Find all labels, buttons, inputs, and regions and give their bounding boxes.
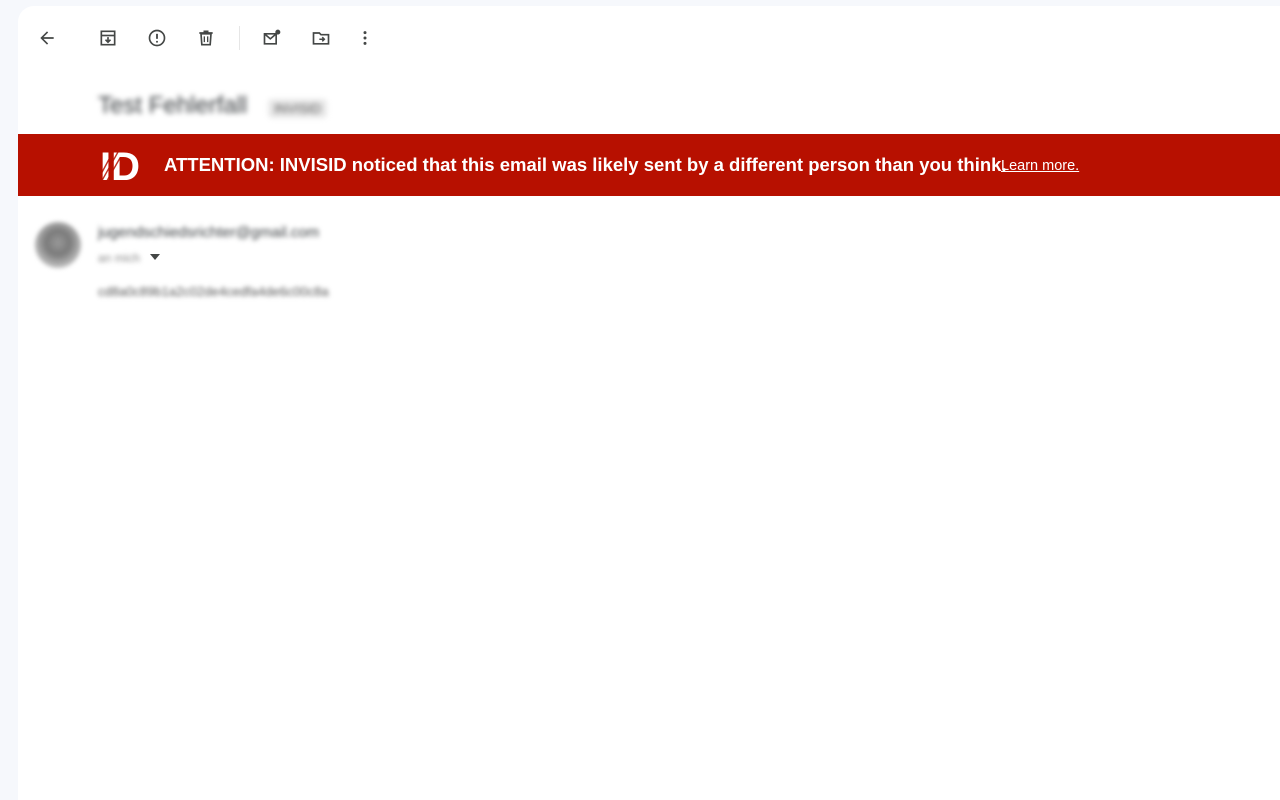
banner-message: ATTENTION: INVISID noticed that this ema… (164, 154, 1007, 175)
archive-button[interactable] (90, 20, 126, 56)
warning-banner: ID ATTENTION: INVISID noticed that this … (18, 134, 1280, 196)
email-view-panel: Test Fehlerfall INVISID ID ATTENTION: IN… (18, 6, 1280, 800)
archive-icon (100, 30, 116, 46)
recipient-text: an mich (98, 251, 141, 265)
report-spam-button[interactable] (139, 20, 175, 56)
email-toolbar (18, 20, 1280, 64)
more-vert-icon (363, 31, 367, 45)
delete-icon (199, 30, 213, 46)
move-to-button[interactable] (303, 20, 339, 56)
sender-address[interactable]: jugendschiedsrichter@gmail.com (98, 224, 319, 241)
report-spam-icon (148, 29, 166, 47)
delete-button[interactable] (188, 20, 224, 56)
back-button[interactable] (29, 20, 65, 56)
mark-unread-icon (263, 29, 281, 45)
sender-avatar[interactable] (35, 222, 81, 268)
more-options-button[interactable] (347, 20, 383, 56)
toolbar-separator (239, 26, 240, 50)
label-chip[interactable]: INVISID (268, 99, 328, 118)
learn-more-link[interactable]: Learn more. (1001, 158, 1079, 174)
mark-unread-button[interactable] (254, 20, 290, 56)
show-details-button[interactable] (148, 250, 162, 264)
invisid-logo-icon: ID (100, 146, 140, 186)
email-subject: Test Fehlerfall INVISID (98, 92, 328, 120)
move-to-icon (312, 32, 330, 45)
email-body: cd8a0c89b1a2c02de4cedfa4de6c00c8a (98, 284, 329, 299)
subject-text: Test Fehlerfall (98, 92, 248, 119)
caret-down-icon (150, 254, 160, 260)
back-arrow-icon (40, 31, 54, 45)
